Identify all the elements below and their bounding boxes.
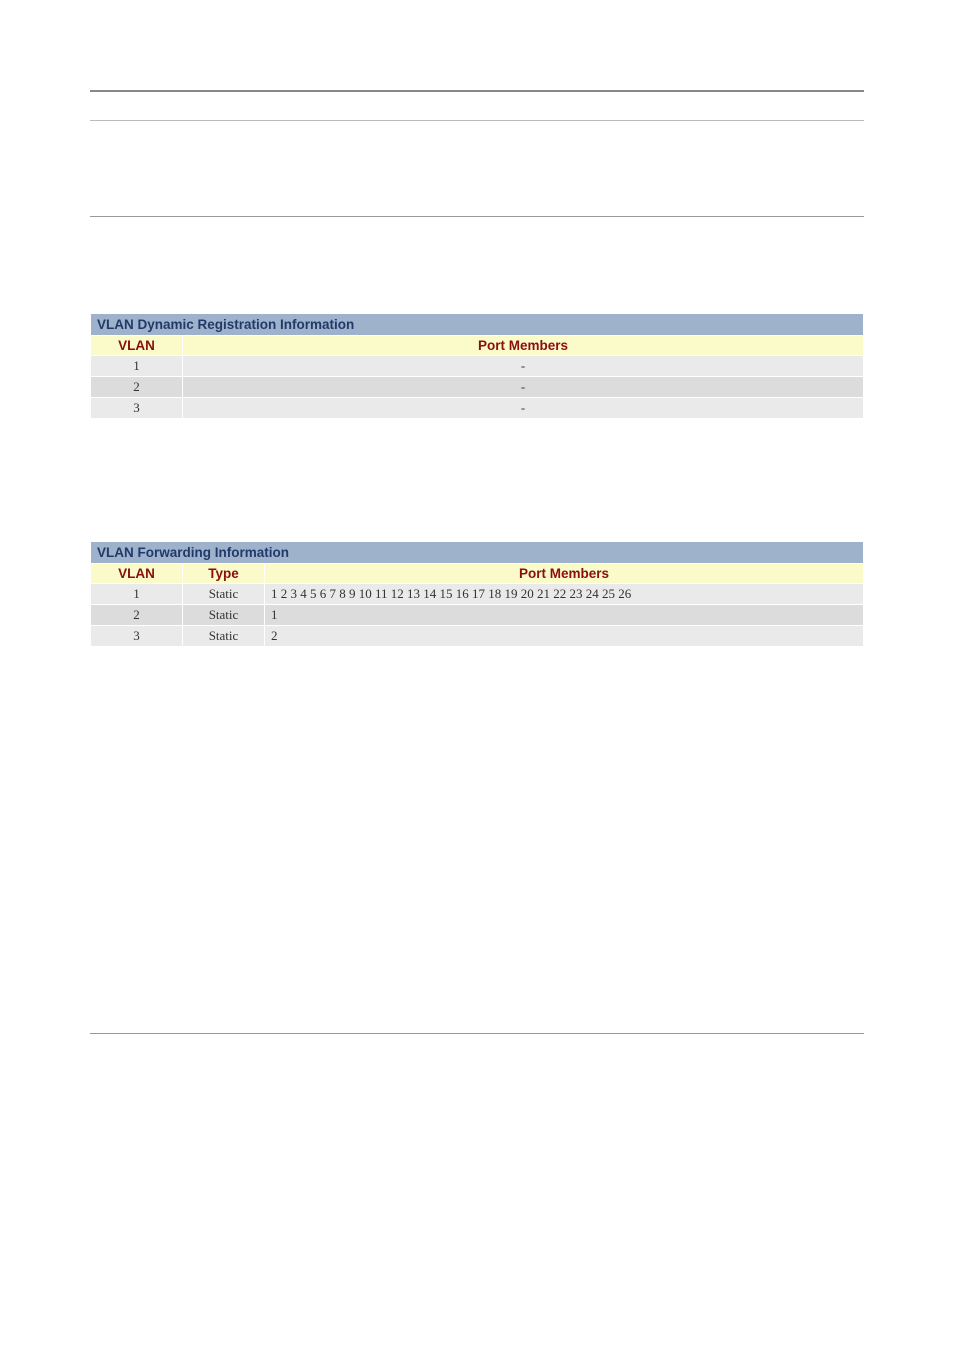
table-row: 1 - bbox=[91, 355, 864, 376]
table-row: 3 - bbox=[91, 397, 864, 418]
vlan-dynamic-registration-table: VLAN Dynamic Registration Information VL… bbox=[90, 313, 864, 419]
table-title-row: VLAN Forwarding Information bbox=[91, 542, 864, 564]
table-header-row: VLAN Port Members bbox=[91, 335, 864, 355]
cell-type: Static bbox=[183, 626, 265, 647]
section2-desc: These are the VLANs that will be display… bbox=[90, 479, 864, 520]
table-title: VLAN Dynamic Registration Information bbox=[91, 313, 864, 335]
header-right-label: 24/48 Port bbox=[802, 98, 864, 113]
table-header-row: VLAN Type Port Members bbox=[91, 564, 864, 584]
cli-section-title: 5.3 Command Line Interface(CLI) bbox=[90, 683, 864, 700]
col-header-vlan: VLAN bbox=[91, 564, 183, 584]
table-title-row: VLAN Dynamic Registration Information bbox=[91, 313, 864, 335]
vlan-forwarding-table: VLAN Forwarding Information VLAN Type Po… bbox=[90, 541, 864, 647]
cell-type: Static bbox=[183, 584, 265, 605]
col-header-vlan: VLAN bbox=[91, 335, 183, 355]
table-title: VLAN Forwarding Information bbox=[91, 542, 864, 564]
cell-members: 1 2 3 4 5 6 7 8 9 10 11 12 13 14 15 16 1… bbox=[265, 584, 864, 605]
divider bbox=[90, 216, 864, 217]
cell-vlan: 1 bbox=[91, 355, 183, 376]
cell-members: - bbox=[183, 397, 864, 418]
cell-vlan: 2 bbox=[91, 605, 183, 626]
section2-title: 5.2.15.2 View the VLAN Forwarding Table bbox=[90, 449, 864, 469]
table-row: 3 Static 2 bbox=[91, 626, 864, 647]
cell-vlan: 2 bbox=[91, 376, 183, 397]
cell-vlan: 3 bbox=[91, 397, 183, 418]
cli-section-desc: In addition to the Web GUI, installed sw… bbox=[90, 712, 864, 753]
section1-desc: As shows in following screen: bbox=[90, 271, 864, 291]
table-row: 2 Static 1 bbox=[91, 605, 864, 626]
intro-text: To view the dynamic VLAN table. During o… bbox=[90, 139, 864, 159]
footer-right-label: Web Smart Switch bbox=[766, 1038, 864, 1052]
cell-members: - bbox=[183, 376, 864, 397]
cell-vlan: 1 bbox=[91, 584, 183, 605]
col-header-type: Type bbox=[183, 564, 265, 584]
table-row: 1 Static 1 2 3 4 5 6 7 8 9 10 11 12 13 1… bbox=[91, 584, 864, 605]
cell-members: 1 bbox=[265, 605, 864, 626]
table-row: 2 - bbox=[91, 376, 864, 397]
footer-page-number: - 69 - bbox=[90, 1038, 118, 1052]
cell-vlan: 3 bbox=[91, 626, 183, 647]
col-header-port-members: Port Members bbox=[183, 335, 864, 355]
cell-members: - bbox=[183, 355, 864, 376]
nav-path: Monitoring > VLAN Dynamic Registration I… bbox=[90, 177, 864, 197]
col-header-port-members: Port Members bbox=[265, 564, 864, 584]
cell-members: 2 bbox=[265, 626, 864, 647]
cell-type: Static bbox=[183, 605, 265, 626]
section1-title: 5.2.15.1 View the VLAN Dynamic Registrat… bbox=[90, 241, 864, 261]
page-footer: - 69 - Web Smart Switch bbox=[90, 1033, 864, 1122]
page-header: 24/48 Port bbox=[90, 0, 864, 121]
